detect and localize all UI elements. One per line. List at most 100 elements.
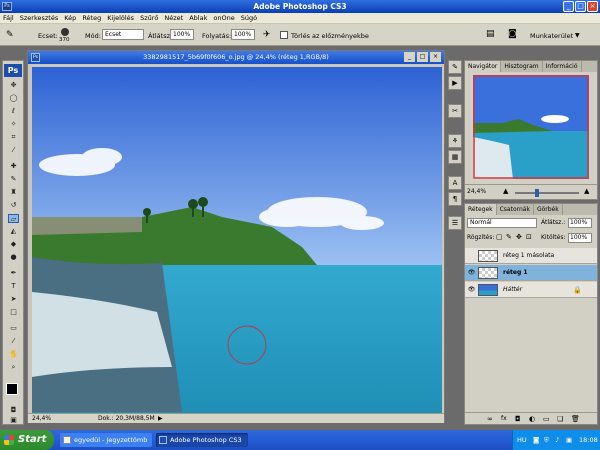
task-notepad[interactable]: egyedül - Jegyzettömb [60,433,152,447]
healing-brush-tool-icon[interactable]: ✚ [8,162,19,171]
menu-window[interactable]: Ablak [189,14,207,22]
brushes-panel-icon[interactable]: ✎ [448,60,462,74]
lock-transparent-icon[interactable]: ▢ [496,233,503,241]
new-layer-icon[interactable]: ❏ [557,415,563,423]
dodge-tool-icon[interactable]: ● [8,253,19,262]
paragraph-panel-icon[interactable]: ¶ [448,192,462,206]
link-layers-icon[interactable]: ∞ [487,415,493,423]
crop-tool-icon[interactable]: ⌗ [8,133,19,142]
paint-bucket-tool-icon[interactable]: ◭ [8,227,19,236]
ps-logo[interactable]: Ps [4,64,22,77]
eraser-tool-icon[interactable]: ▱ [8,214,19,223]
notes-tool-icon[interactable]: ▭ [8,324,19,333]
character-panel-icon[interactable]: A [448,176,462,190]
tray-app-icon[interactable]: ▣ [566,430,572,450]
mode-select[interactable]: Ecset [102,29,144,40]
zoom-slider-thumb[interactable] [535,189,539,197]
navigator-zoom[interactable]: 24,4% [467,188,486,195]
menu-edit[interactable]: Szerkesztés [20,14,58,22]
menu-help[interactable]: Súgó [241,14,257,22]
clone-source-icon[interactable]: ✂ [448,104,462,118]
clock[interactable]: 18:08 [579,430,598,450]
quick-mask-icon[interactable]: ◘ [8,406,19,415]
type-tool-icon[interactable]: T [8,282,19,291]
lock-position-icon[interactable]: ✥ [516,233,522,241]
move-tool-icon[interactable]: ✥ [8,81,19,90]
layer-mask-icon[interactable]: ◘ [515,415,521,423]
doc-maximize-button[interactable]: □ [417,52,428,62]
eye-icon[interactable]: 👁 [467,285,476,294]
volume-icon[interactable]: ♪ [555,430,559,450]
history-brush-tool-icon[interactable]: ↺ [8,201,19,210]
lock-pixels-icon[interactable]: ✎ [506,233,512,241]
minimize-button[interactable]: _ [563,1,574,12]
workspace-menu[interactable]: Munkaterület [530,32,573,40]
chevron-down-icon[interactable]: ▼ [575,32,580,39]
bridge-icon[interactable]: ▤ [486,29,495,39]
lock-all-icon[interactable]: ⊡ [526,233,532,241]
language-indicator[interactable]: HU [517,430,527,450]
menu-onone[interactable]: onOne [213,14,234,22]
blur-tool-icon[interactable]: ◆ [8,240,19,249]
shape-tool-icon[interactable]: □ [8,308,19,317]
magic-wand-tool-icon[interactable]: ✧ [8,120,19,129]
security-icon[interactable]: ⛨ [544,430,549,450]
doc-minimize-button[interactable]: _ [404,52,415,62]
menu-filter[interactable]: Szűrő [140,14,158,22]
task-photoshop[interactable]: Adobe Photoshop CS3 [156,433,248,447]
tab-info[interactable]: Információ [543,61,582,72]
status-menu-icon[interactable]: ▶ [158,415,163,422]
document-titlebar[interactable]: Ps 3382981517_5b69f0f606_o.jpg @ 24,4% (… [28,51,444,64]
clone-stamp-tool-icon[interactable]: ♜ [8,188,19,197]
actions-panel-icon[interactable]: ▦ [448,150,462,164]
eraser-icon[interactable]: ✎ [6,29,20,41]
fill-field[interactable]: 100% [568,233,592,243]
tab-histogram[interactable]: Hisztogram [501,61,543,72]
camera-icon[interactable]: ◙ [508,29,517,39]
zoom-slider-track[interactable] [515,192,579,194]
lasso-tool-icon[interactable]: ℓ [8,107,19,116]
menu-image[interactable]: Kép [64,14,76,22]
zoom-tool-icon[interactable]: ⌕ [8,363,19,372]
doc-close-button[interactable]: × [430,52,441,62]
layer-opacity-field[interactable]: 100% [568,218,592,228]
adjustment-layer-icon[interactable]: ◐ [529,415,535,423]
doc-zoom[interactable]: 24,4% [32,415,51,422]
layer-row-copy[interactable]: réteg 1 másolata [465,248,597,264]
close-button[interactable]: × [587,1,598,12]
zoom-in-icon[interactable]: ▲ [584,187,589,195]
menu-file[interactable]: Fájl [3,14,14,22]
new-group-icon[interactable]: ▭ [543,415,550,423]
hand-tool-icon[interactable]: ✋ [8,350,19,359]
navigator-thumbnail[interactable] [473,75,589,179]
eyedropper-sample-icon[interactable]: ⁄ [8,337,19,346]
screen-mode-icon[interactable]: ▣ [8,416,19,425]
layer-row-background[interactable]: 👁 Háttér 🔒 [465,282,597,298]
tab-layers[interactable]: Rétegek [465,204,497,215]
image-canvas[interactable] [32,67,442,413]
menu-view[interactable]: Nézet [164,14,183,22]
network-icon[interactable]: ◙ [533,430,539,450]
tool-presets-icon[interactable]: ▶ [448,76,462,90]
maximize-button[interactable]: □ [575,1,586,12]
layer-row-1[interactable]: 👁 réteg 1 [465,265,597,281]
tab-navigator[interactable]: Navigátor [465,61,502,72]
airbrush-icon[interactable]: ✈ [263,30,271,40]
menu-select[interactable]: Kijelölés [107,14,134,22]
eyedropper-tool-icon[interactable]: ⁄ [8,146,19,155]
foreground-color-swatch[interactable] [6,383,18,395]
eye-icon[interactable]: 👁 [467,268,476,277]
flow-field[interactable]: 100% [231,29,255,40]
marquee-tool-icon[interactable]: ◯ [8,94,19,103]
tab-channels[interactable]: Csatornák [497,204,534,215]
app-icon[interactable]: Ps [2,2,12,11]
layer-visibility-toggle[interactable] [467,251,476,260]
brush-tool-icon[interactable]: ✎ [8,175,19,184]
layer-style-icon[interactable]: fx [501,415,507,422]
path-selection-tool-icon[interactable]: ➤ [8,295,19,304]
erase-history-checkbox[interactable] [280,31,288,39]
info-panel-icon[interactable]: ☰ [448,216,462,230]
menu-layer[interactable]: Réteg [82,14,101,22]
trash-icon[interactable]: 🗑 [571,415,580,423]
zoom-out-icon[interactable]: ▲ [503,187,508,195]
